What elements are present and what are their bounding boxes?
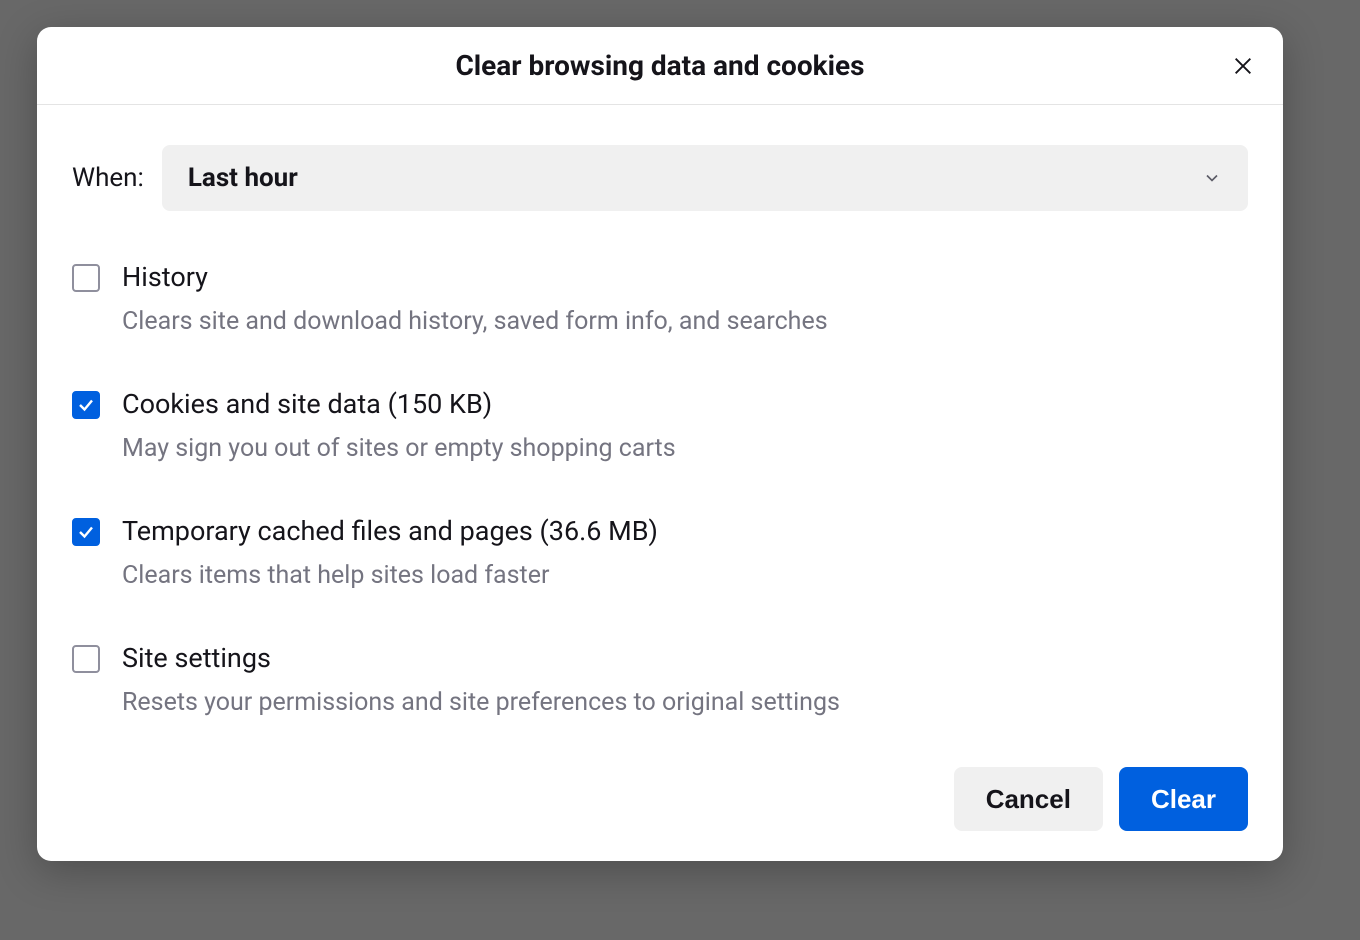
option-text: History Clears site and download history… [122, 261, 1248, 336]
checkbox-site-settings[interactable] [72, 645, 100, 673]
dialog-header: Clear browsing data and cookies [37, 27, 1283, 105]
checkmark-icon [77, 523, 95, 541]
option-cookies: Cookies and site data (150 KB) May sign … [72, 388, 1248, 463]
checkbox-cookies[interactable] [72, 391, 100, 419]
option-desc: Clears items that help sites load faster [122, 561, 1248, 590]
option-title: History [122, 261, 1248, 293]
time-range-row: When: Last hour [72, 145, 1248, 211]
option-desc: Resets your permissions and site prefere… [122, 688, 1248, 717]
option-title: Cookies and site data (150 KB) [122, 388, 1248, 420]
option-text: Cookies and site data (150 KB) May sign … [122, 388, 1248, 463]
when-label: When: [72, 163, 144, 193]
checkbox-cache[interactable] [72, 518, 100, 546]
option-desc: Clears site and download history, saved … [122, 307, 1248, 336]
checkmark-icon [77, 396, 95, 414]
option-title: Site settings [122, 642, 1248, 674]
dialog-title: Clear browsing data and cookies [455, 49, 864, 82]
option-cache: Temporary cached files and pages (36.6 M… [72, 515, 1248, 590]
dialog-body: When: Last hour History Clears site and … [37, 105, 1283, 767]
time-range-value: Last hour [188, 163, 298, 193]
checkbox-history[interactable] [72, 264, 100, 292]
chevron-down-icon [1202, 168, 1222, 188]
option-title: Temporary cached files and pages (36.6 M… [122, 515, 1248, 547]
option-history: History Clears site and download history… [72, 261, 1248, 336]
cancel-button[interactable]: Cancel [954, 767, 1103, 831]
clear-data-dialog: Clear browsing data and cookies When: La… [37, 27, 1283, 861]
clear-button[interactable]: Clear [1119, 767, 1248, 831]
dialog-footer: Cancel Clear [37, 767, 1283, 861]
close-icon [1232, 55, 1254, 77]
option-text: Site settings Resets your permissions an… [122, 642, 1248, 717]
option-site-settings: Site settings Resets your permissions an… [72, 642, 1248, 717]
option-desc: May sign you out of sites or empty shopp… [122, 434, 1248, 463]
close-button[interactable] [1225, 48, 1261, 84]
option-text: Temporary cached files and pages (36.6 M… [122, 515, 1248, 590]
time-range-select[interactable]: Last hour [162, 145, 1248, 211]
